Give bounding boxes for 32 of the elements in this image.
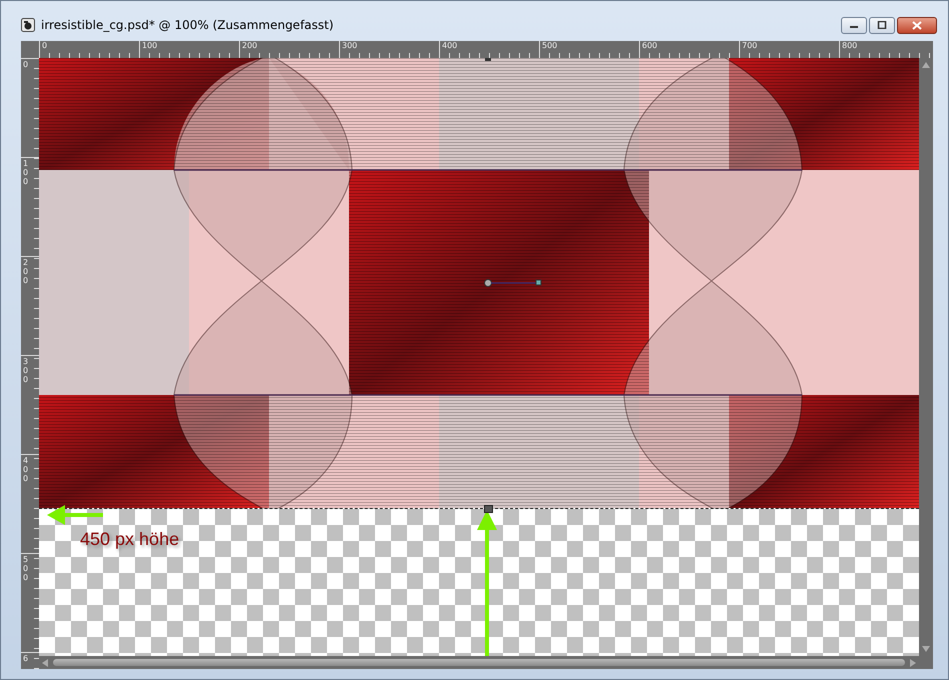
ruler-label: 300 <box>339 41 439 53</box>
ruler-label: 400 <box>439 41 539 53</box>
document-icon <box>21 18 35 32</box>
ruler-label: 300 <box>23 358 30 384</box>
ruler-label: 0 <box>39 41 139 53</box>
scroll-down-icon[interactable] <box>921 645 931 653</box>
ruler-label: 600 <box>639 41 739 53</box>
ruler-label: 700 <box>739 41 839 53</box>
ruler-label: 400 <box>23 457 30 484</box>
ruler-label: 800 <box>839 41 939 53</box>
maximize-button[interactable] <box>869 16 895 34</box>
scroll-up-icon[interactable] <box>921 61 931 69</box>
scroll-right-icon[interactable] <box>909 658 917 668</box>
ruler-label: 200 <box>23 259 30 286</box>
ruler-label: 500 <box>539 41 639 53</box>
ruler-label: 500 <box>23 556 30 582</box>
maximize-icon <box>877 21 887 29</box>
close-icon <box>912 20 922 30</box>
window-title: irresistible_cg.psd* @ 100% (Zusammengefasst) <box>41 18 334 32</box>
ruler-label: 100 <box>139 41 239 53</box>
resize-handle[interactable] <box>484 505 493 513</box>
annotation-label: 450 px höhe <box>80 529 180 550</box>
scroll-left-icon[interactable] <box>41 658 49 668</box>
ruler-label: 100 <box>23 160 30 186</box>
arrow-icon <box>47 504 103 526</box>
arrow-icon <box>476 510 498 656</box>
ruler-label: 200 <box>239 41 339 53</box>
scrollbar-thumb[interactable] <box>53 659 905 666</box>
close-button[interactable] <box>897 16 937 34</box>
ruler-label: 6 <box>23 655 30 664</box>
minimize-button[interactable] <box>841 16 867 34</box>
ruler-label: 0 <box>23 61 30 70</box>
